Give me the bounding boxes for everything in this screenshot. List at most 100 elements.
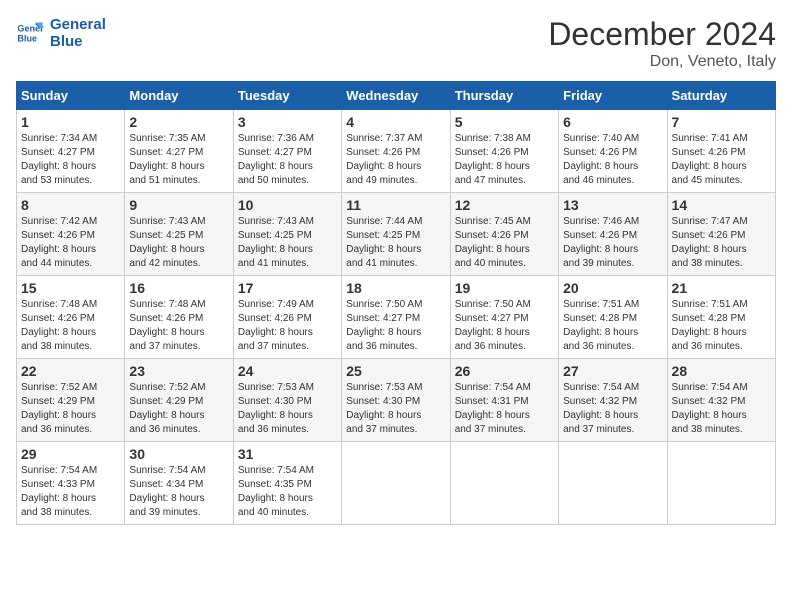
calendar-cell: 27 Sunrise: 7:54 AM Sunset: 4:32 PM Dayl…	[559, 359, 667, 442]
calendar-header-sunday: Sunday	[17, 82, 125, 110]
day-number: 15	[21, 280, 120, 296]
day-info: Sunrise: 7:50 AM Sunset: 4:27 PM Dayligh…	[455, 298, 554, 354]
day-info: Sunrise: 7:38 AM Sunset: 4:26 PM Dayligh…	[455, 132, 554, 188]
day-number: 11	[346, 197, 445, 213]
day-number: 31	[238, 446, 337, 462]
calendar-cell: 6 Sunrise: 7:40 AM Sunset: 4:26 PM Dayli…	[559, 110, 667, 193]
day-number: 16	[129, 280, 228, 296]
calendar-cell: 26 Sunrise: 7:54 AM Sunset: 4:31 PM Dayl…	[450, 359, 558, 442]
day-number: 18	[346, 280, 445, 296]
day-number: 27	[563, 363, 662, 379]
day-number: 5	[455, 114, 554, 130]
calendar-cell: 3 Sunrise: 7:36 AM Sunset: 4:27 PM Dayli…	[233, 110, 341, 193]
calendar-cell: 16 Sunrise: 7:48 AM Sunset: 4:26 PM Dayl…	[125, 276, 233, 359]
day-number: 24	[238, 363, 337, 379]
day-number: 19	[455, 280, 554, 296]
calendar-cell: 25 Sunrise: 7:53 AM Sunset: 4:30 PM Dayl…	[342, 359, 450, 442]
calendar-cell: 24 Sunrise: 7:53 AM Sunset: 4:30 PM Dayl…	[233, 359, 341, 442]
day-number: 21	[672, 280, 771, 296]
day-number: 26	[455, 363, 554, 379]
calendar-cell	[667, 442, 775, 525]
day-info: Sunrise: 7:51 AM Sunset: 4:28 PM Dayligh…	[672, 298, 771, 354]
calendar-header-monday: Monday	[125, 82, 233, 110]
calendar-cell: 4 Sunrise: 7:37 AM Sunset: 4:26 PM Dayli…	[342, 110, 450, 193]
day-number: 23	[129, 363, 228, 379]
calendar-cell: 17 Sunrise: 7:49 AM Sunset: 4:26 PM Dayl…	[233, 276, 341, 359]
calendar-week-row: 22 Sunrise: 7:52 AM Sunset: 4:29 PM Dayl…	[17, 359, 776, 442]
calendar-cell: 14 Sunrise: 7:47 AM Sunset: 4:26 PM Dayl…	[667, 193, 775, 276]
page-title: December 2024	[548, 16, 776, 53]
day-info: Sunrise: 7:46 AM Sunset: 4:26 PM Dayligh…	[563, 215, 662, 271]
day-info: Sunrise: 7:45 AM Sunset: 4:26 PM Dayligh…	[455, 215, 554, 271]
day-number: 3	[238, 114, 337, 130]
logo-icon: General Blue	[16, 19, 44, 47]
day-number: 30	[129, 446, 228, 462]
day-info: Sunrise: 7:49 AM Sunset: 4:26 PM Dayligh…	[238, 298, 337, 354]
calendar-header-tuesday: Tuesday	[233, 82, 341, 110]
calendar-cell: 7 Sunrise: 7:41 AM Sunset: 4:26 PM Dayli…	[667, 110, 775, 193]
day-info: Sunrise: 7:51 AM Sunset: 4:28 PM Dayligh…	[563, 298, 662, 354]
day-info: Sunrise: 7:54 AM Sunset: 4:33 PM Dayligh…	[21, 464, 120, 520]
day-info: Sunrise: 7:52 AM Sunset: 4:29 PM Dayligh…	[129, 381, 228, 437]
day-number: 10	[238, 197, 337, 213]
day-number: 6	[563, 114, 662, 130]
day-info: Sunrise: 7:48 AM Sunset: 4:26 PM Dayligh…	[129, 298, 228, 354]
calendar-header-friday: Friday	[559, 82, 667, 110]
day-info: Sunrise: 7:41 AM Sunset: 4:26 PM Dayligh…	[672, 132, 771, 188]
calendar-header-wednesday: Wednesday	[342, 82, 450, 110]
day-info: Sunrise: 7:47 AM Sunset: 4:26 PM Dayligh…	[672, 215, 771, 271]
day-number: 12	[455, 197, 554, 213]
calendar-cell: 8 Sunrise: 7:42 AM Sunset: 4:26 PM Dayli…	[17, 193, 125, 276]
calendar-cell	[342, 442, 450, 525]
day-number: 17	[238, 280, 337, 296]
calendar-cell: 22 Sunrise: 7:52 AM Sunset: 4:29 PM Dayl…	[17, 359, 125, 442]
title-block: December 2024 Don, Veneto, Italy	[548, 16, 776, 71]
calendar-table: SundayMondayTuesdayWednesdayThursdayFrid…	[16, 81, 776, 525]
day-number: 13	[563, 197, 662, 213]
calendar-cell: 28 Sunrise: 7:54 AM Sunset: 4:32 PM Dayl…	[667, 359, 775, 442]
day-info: Sunrise: 7:54 AM Sunset: 4:31 PM Dayligh…	[455, 381, 554, 437]
calendar-cell: 12 Sunrise: 7:45 AM Sunset: 4:26 PM Dayl…	[450, 193, 558, 276]
day-number: 4	[346, 114, 445, 130]
calendar-cell	[450, 442, 558, 525]
calendar-cell: 10 Sunrise: 7:43 AM Sunset: 4:25 PM Dayl…	[233, 193, 341, 276]
calendar-cell: 1 Sunrise: 7:34 AM Sunset: 4:27 PM Dayli…	[17, 110, 125, 193]
svg-text:Blue: Blue	[17, 33, 37, 43]
day-number: 8	[21, 197, 120, 213]
day-info: Sunrise: 7:52 AM Sunset: 4:29 PM Dayligh…	[21, 381, 120, 437]
day-info: Sunrise: 7:35 AM Sunset: 4:27 PM Dayligh…	[129, 132, 228, 188]
logo: General Blue General Blue	[16, 16, 106, 50]
day-info: Sunrise: 7:53 AM Sunset: 4:30 PM Dayligh…	[346, 381, 445, 437]
calendar-cell	[559, 442, 667, 525]
day-info: Sunrise: 7:50 AM Sunset: 4:27 PM Dayligh…	[346, 298, 445, 354]
page-subtitle: Don, Veneto, Italy	[548, 53, 776, 71]
calendar-week-row: 1 Sunrise: 7:34 AM Sunset: 4:27 PM Dayli…	[17, 110, 776, 193]
calendar-cell: 23 Sunrise: 7:52 AM Sunset: 4:29 PM Dayl…	[125, 359, 233, 442]
calendar-cell: 9 Sunrise: 7:43 AM Sunset: 4:25 PM Dayli…	[125, 193, 233, 276]
calendar-cell: 31 Sunrise: 7:54 AM Sunset: 4:35 PM Dayl…	[233, 442, 341, 525]
calendar-header-thursday: Thursday	[450, 82, 558, 110]
calendar-week-row: 15 Sunrise: 7:48 AM Sunset: 4:26 PM Dayl…	[17, 276, 776, 359]
calendar-cell: 5 Sunrise: 7:38 AM Sunset: 4:26 PM Dayli…	[450, 110, 558, 193]
day-info: Sunrise: 7:36 AM Sunset: 4:27 PM Dayligh…	[238, 132, 337, 188]
day-info: Sunrise: 7:54 AM Sunset: 4:34 PM Dayligh…	[129, 464, 228, 520]
day-info: Sunrise: 7:43 AM Sunset: 4:25 PM Dayligh…	[129, 215, 228, 271]
calendar-week-row: 29 Sunrise: 7:54 AM Sunset: 4:33 PM Dayl…	[17, 442, 776, 525]
day-number: 20	[563, 280, 662, 296]
calendar-cell: 30 Sunrise: 7:54 AM Sunset: 4:34 PM Dayl…	[125, 442, 233, 525]
logo-text-blue: Blue	[50, 33, 106, 50]
day-info: Sunrise: 7:54 AM Sunset: 4:32 PM Dayligh…	[672, 381, 771, 437]
day-info: Sunrise: 7:54 AM Sunset: 4:32 PM Dayligh…	[563, 381, 662, 437]
day-info: Sunrise: 7:37 AM Sunset: 4:26 PM Dayligh…	[346, 132, 445, 188]
day-number: 28	[672, 363, 771, 379]
calendar-cell: 29 Sunrise: 7:54 AM Sunset: 4:33 PM Dayl…	[17, 442, 125, 525]
calendar-cell: 20 Sunrise: 7:51 AM Sunset: 4:28 PM Dayl…	[559, 276, 667, 359]
day-number: 29	[21, 446, 120, 462]
day-info: Sunrise: 7:42 AM Sunset: 4:26 PM Dayligh…	[21, 215, 120, 271]
day-number: 1	[21, 114, 120, 130]
day-number: 2	[129, 114, 228, 130]
day-number: 14	[672, 197, 771, 213]
calendar-header-saturday: Saturday	[667, 82, 775, 110]
day-info: Sunrise: 7:34 AM Sunset: 4:27 PM Dayligh…	[21, 132, 120, 188]
day-info: Sunrise: 7:43 AM Sunset: 4:25 PM Dayligh…	[238, 215, 337, 271]
